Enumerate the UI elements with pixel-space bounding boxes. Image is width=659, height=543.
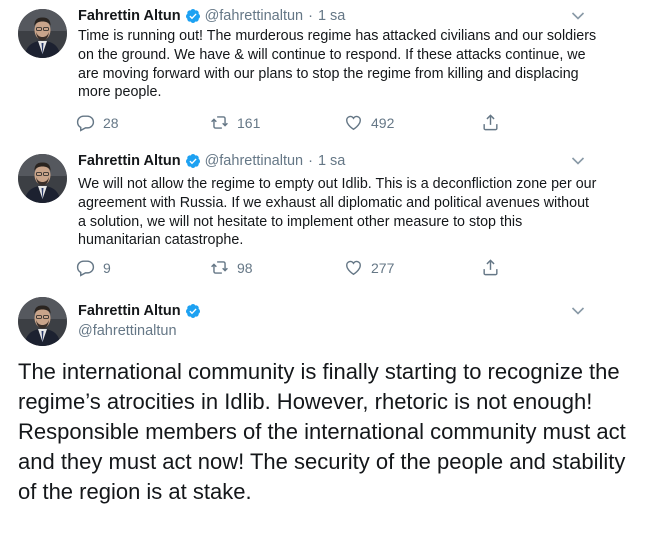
separator-dot: · [308, 8, 313, 24]
tweet-text: Time is running out! The murderous regim… [78, 28, 597, 101]
reply-count: 9 [103, 259, 111, 276]
like-button[interactable]: 492 [344, 113, 394, 132]
retweet-count: 161 [237, 114, 261, 131]
display-name[interactable]: Fahrettin Altun [78, 153, 181, 169]
retweet-button[interactable]: 98 [210, 258, 253, 277]
reply-count: 28 [103, 114, 119, 131]
share-icon [481, 258, 500, 277]
like-count: 492 [371, 114, 395, 131]
retweet-icon [210, 258, 229, 277]
retweet-button[interactable]: 161 [210, 113, 260, 132]
tweet-actions: 9 98 277 [76, 258, 516, 278]
reply-button[interactable]: 9 [76, 258, 111, 277]
avatar-image [18, 297, 67, 346]
display-name[interactable]: Fahrettin Altun [78, 8, 181, 24]
timestamp[interactable]: 1 sa [318, 8, 345, 24]
user-handle[interactable]: @fahrettinaltun [205, 8, 304, 24]
avatar-image [18, 154, 67, 203]
reply-icon [76, 258, 95, 277]
separator-dot: · [308, 153, 313, 169]
reply-icon [76, 113, 95, 132]
tweet-text-expanded: The international community is finally s… [18, 359, 626, 504]
chevron-down-icon[interactable] [571, 156, 585, 166]
user-handle[interactable]: @fahrettinaltun [78, 323, 177, 339]
share-button[interactable] [481, 113, 508, 132]
avatar-image [18, 9, 67, 58]
like-count: 277 [371, 259, 395, 276]
share-button[interactable] [481, 258, 508, 277]
timestamp[interactable]: 1 sa [318, 153, 345, 169]
retweet-count: 98 [237, 259, 253, 276]
verified-badge-icon [185, 8, 201, 24]
avatar[interactable] [18, 9, 67, 58]
avatar[interactable] [18, 154, 67, 203]
user-handle[interactable]: @fahrettinaltun [205, 153, 304, 169]
chevron-down-icon[interactable] [571, 11, 585, 21]
retweet-icon [210, 113, 229, 132]
like-button[interactable]: 277 [344, 258, 394, 277]
display-name[interactable]: Fahrettin Altun [78, 303, 181, 319]
chevron-down-icon[interactable] [571, 306, 585, 316]
verified-badge-icon [185, 153, 201, 169]
tweet-header: Fahrettin Altun [78, 303, 205, 319]
share-icon [481, 113, 500, 132]
avatar[interactable] [18, 297, 67, 346]
verified-badge-icon [185, 303, 201, 319]
tweet-actions: 28 161 492 [76, 113, 516, 133]
reply-button[interactable]: 28 [76, 113, 119, 132]
tweet-header: Fahrettin Altun @fahrettinaltun · 1 sa [78, 8, 345, 24]
tweet-header: Fahrettin Altun @fahrettinaltun · 1 sa [78, 153, 345, 169]
tweet-text: We will not allow the regime to empty ou… [78, 176, 597, 249]
heart-icon [344, 258, 363, 277]
heart-icon [344, 113, 363, 132]
